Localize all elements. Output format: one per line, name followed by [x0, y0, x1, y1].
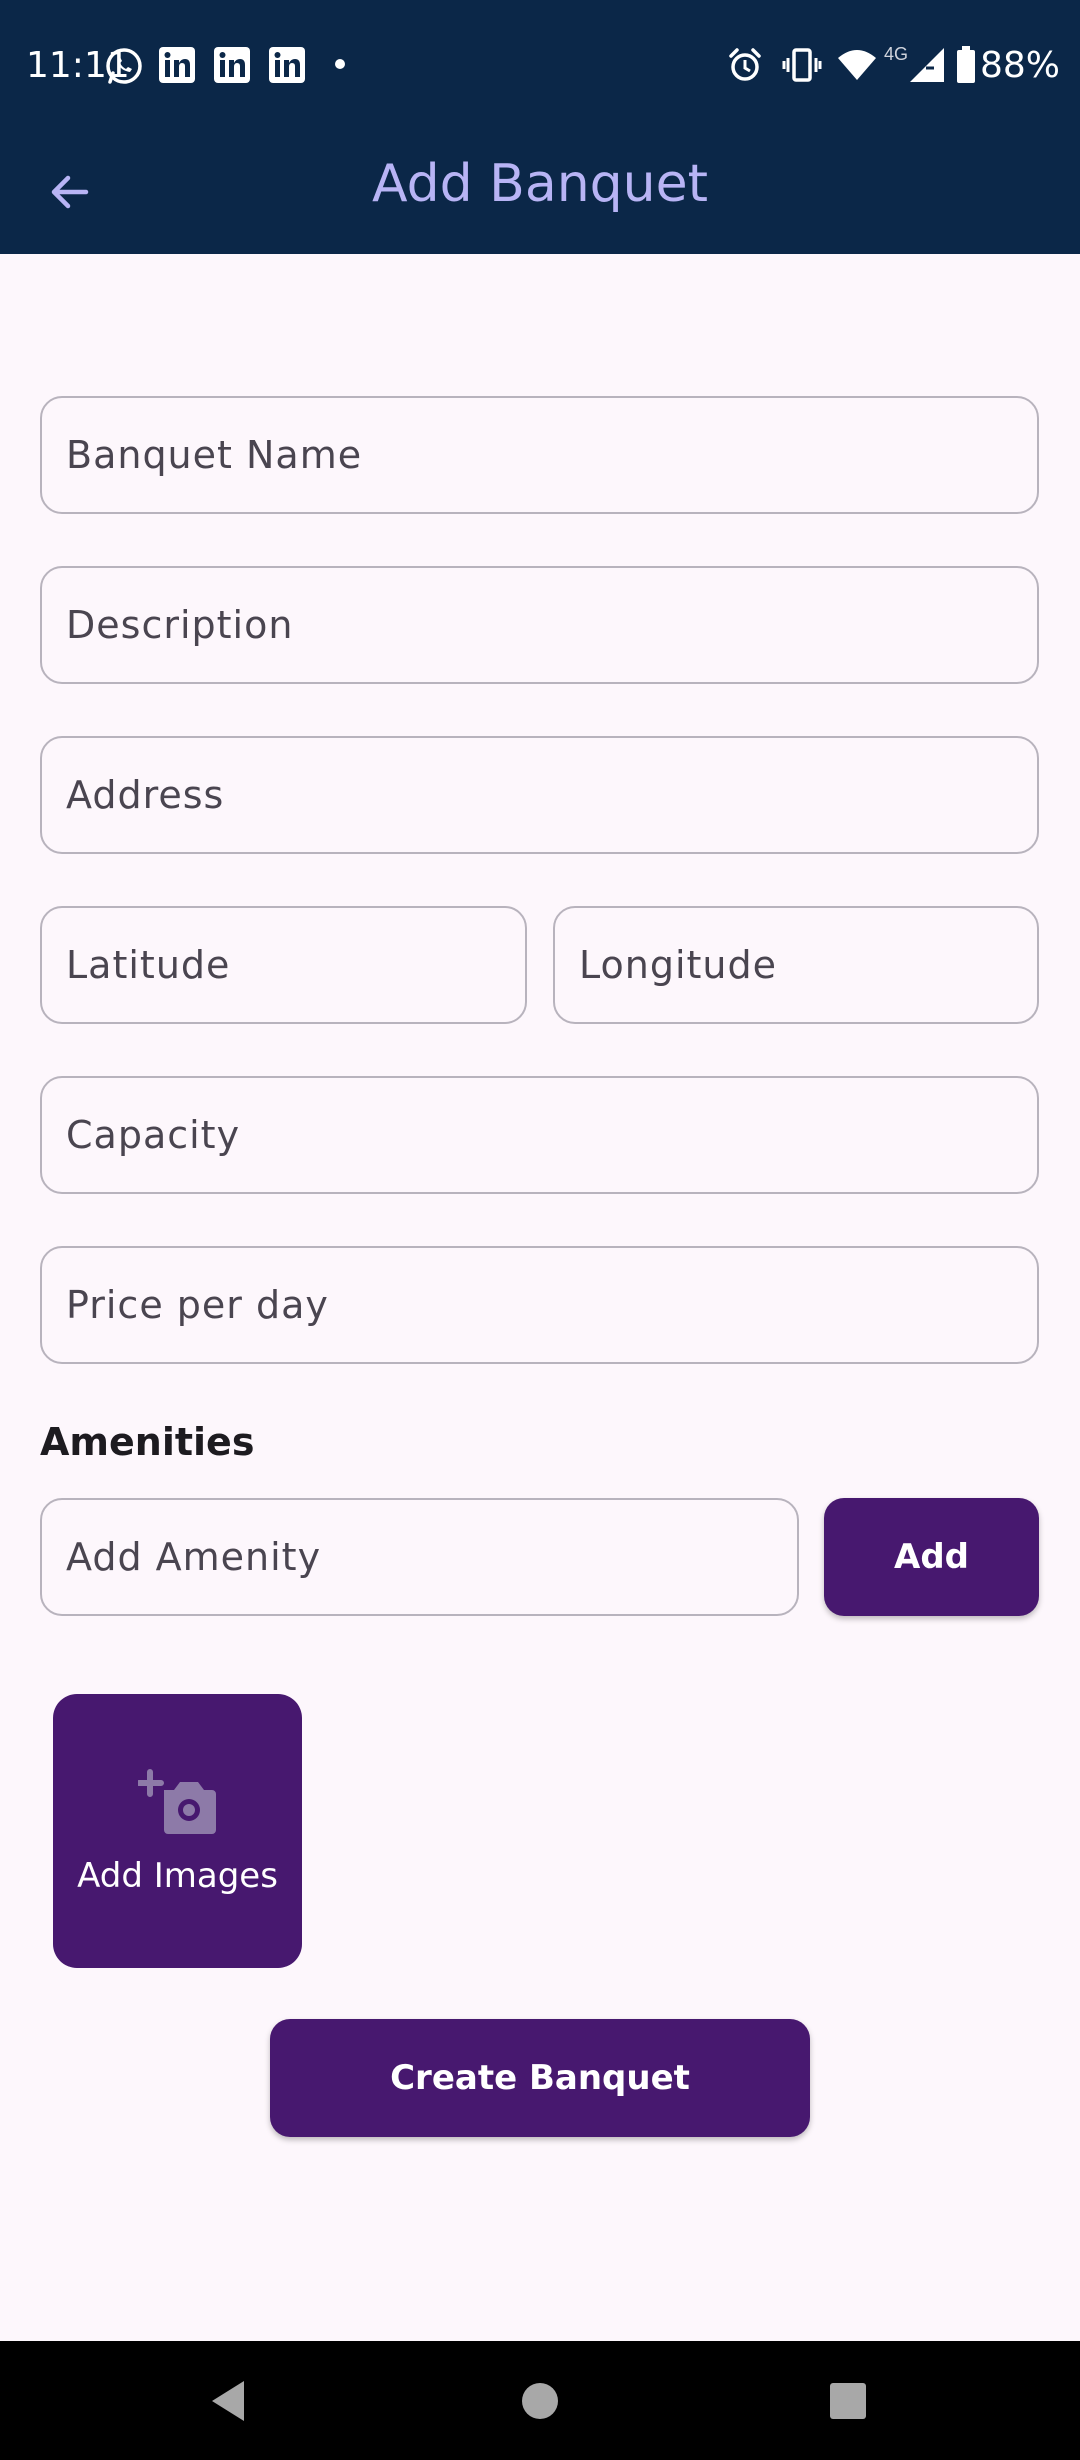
navigation-bar [0, 2341, 1080, 2460]
amenities-label: Amenities [40, 1420, 255, 1464]
alarm-icon [729, 48, 761, 81]
linkedin-icon [214, 47, 250, 83]
back-button[interactable] [34, 156, 106, 228]
nav-recents-button[interactable] [768, 2341, 928, 2460]
linkedin-icon [269, 47, 305, 83]
dot-icon [335, 59, 345, 69]
capacity-input[interactable] [40, 1076, 1039, 1194]
battery-percentage: 88% [980, 45, 1061, 86]
arrow-left-icon [51, 175, 89, 209]
latitude-input[interactable] [40, 906, 527, 1024]
app-bar: Add Banquet [0, 132, 1080, 254]
description-input[interactable] [40, 566, 1039, 684]
circle-home-icon [522, 2382, 558, 2419]
longitude-input[interactable] [553, 906, 1039, 1024]
address-input[interactable] [40, 736, 1039, 854]
vibrate-icon [782, 48, 822, 82]
add-images-label: Add Images [77, 1856, 278, 1896]
add-amenity-input[interactable] [40, 1498, 799, 1616]
nav-home-button[interactable] [460, 2341, 620, 2460]
page-title: Add Banquet [371, 154, 709, 214]
battery-icon [957, 46, 975, 83]
create-banquet-button[interactable]: Create Banquet [270, 2019, 810, 2137]
add-amenity-button[interactable]: Add [824, 1498, 1039, 1616]
network-type: 4G [884, 44, 909, 64]
add-photo-icon [137, 1769, 216, 1834]
status-bar: 11:11 4G 88% [0, 0, 1080, 132]
linkedin-icon [159, 47, 195, 83]
square-recents-icon [830, 2382, 866, 2419]
whatsapp-icon [106, 48, 142, 84]
signal-icon [910, 48, 944, 82]
price-per-day-input[interactable] [40, 1246, 1039, 1364]
wifi-icon [838, 50, 876, 80]
triangle-back-icon [212, 2380, 244, 2421]
banquet-name-input[interactable] [40, 396, 1039, 514]
add-images-button[interactable]: Add Images [53, 1694, 302, 1968]
nav-back-button[interactable] [148, 2341, 308, 2460]
